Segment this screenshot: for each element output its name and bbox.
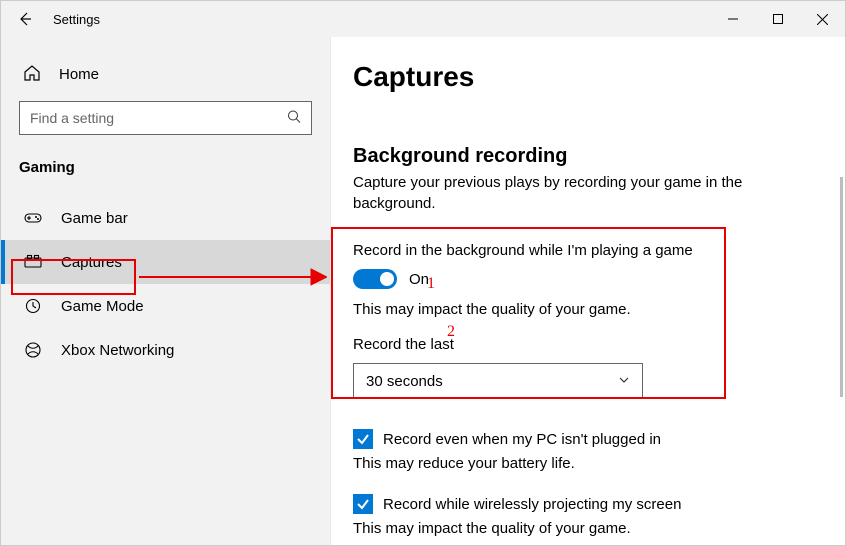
sidebar-item-label: Game bar (61, 210, 128, 227)
minimize-icon (728, 14, 738, 24)
sidebar-item-label: Captures (61, 254, 122, 271)
search-input[interactable] (20, 110, 311, 126)
xbox-icon (23, 341, 43, 359)
search-input-wrap[interactable] (19, 101, 312, 135)
checkbox-record-wireless-note: This may impact the quality of your game… (353, 520, 829, 537)
captures-icon (23, 254, 43, 270)
game-bar-icon (23, 211, 43, 225)
window-title: Settings (53, 12, 100, 27)
page-title: Captures (353, 61, 829, 93)
section-heading-background-recording: Background recording (353, 145, 829, 168)
section-description: Capture your previous plays by recording… (353, 172, 773, 214)
search-icon[interactable] (287, 110, 301, 127)
record-background-label: Record in the background while I'm playi… (353, 242, 829, 259)
game-mode-icon (23, 297, 43, 315)
dropdown-value: 30 seconds (366, 373, 443, 390)
scrollbar[interactable] (840, 177, 843, 397)
titlebar: Settings (1, 1, 845, 37)
sidebar-item-label: Xbox Networking (61, 342, 174, 359)
toggle-knob (380, 272, 394, 286)
checkbox-record-unplugged-label: Record even when my PC isn't plugged in (383, 431, 661, 448)
sidebar-item-label: Game Mode (61, 298, 144, 315)
content-area: Captures Background recording Capture yo… (331, 37, 845, 545)
home-icon (23, 64, 41, 85)
maximize-button[interactable] (755, 1, 800, 37)
check-icon (356, 497, 370, 511)
sidebar-item-xbox-networking[interactable]: Xbox Networking (1, 328, 330, 372)
check-icon (356, 432, 370, 446)
sidebar-item-game-bar[interactable]: Game bar (1, 196, 330, 240)
checkbox-record-wireless-label: Record while wirelessly projecting my sc… (383, 496, 681, 513)
checkbox-record-unplugged-note: This may reduce your battery life. (353, 455, 829, 472)
chevron-down-icon (618, 373, 630, 390)
sidebar: Home Gaming Game bar Captures Game Mod (1, 37, 331, 545)
back-button[interactable] (13, 7, 37, 31)
record-background-toggle[interactable] (353, 269, 397, 289)
sidebar-item-captures[interactable]: Captures (1, 240, 330, 284)
record-last-dropdown[interactable]: 30 seconds (353, 363, 643, 399)
sidebar-section-header: Gaming (1, 153, 330, 190)
record-background-warning: This may impact the quality of your game… (353, 301, 829, 318)
close-button[interactable] (800, 1, 845, 37)
sidebar-home-label: Home (59, 66, 99, 83)
minimize-button[interactable] (710, 1, 755, 37)
sidebar-item-game-mode[interactable]: Game Mode (1, 284, 330, 328)
window-controls (710, 1, 845, 37)
maximize-icon (773, 14, 783, 24)
sidebar-home[interactable]: Home (1, 55, 330, 93)
checkbox-record-wireless[interactable] (353, 494, 373, 514)
toggle-state-text: On (409, 271, 429, 288)
record-last-label: Record the last (353, 336, 829, 353)
checkbox-record-unplugged[interactable] (353, 429, 373, 449)
close-icon (817, 14, 828, 25)
arrow-left-icon (17, 11, 33, 27)
